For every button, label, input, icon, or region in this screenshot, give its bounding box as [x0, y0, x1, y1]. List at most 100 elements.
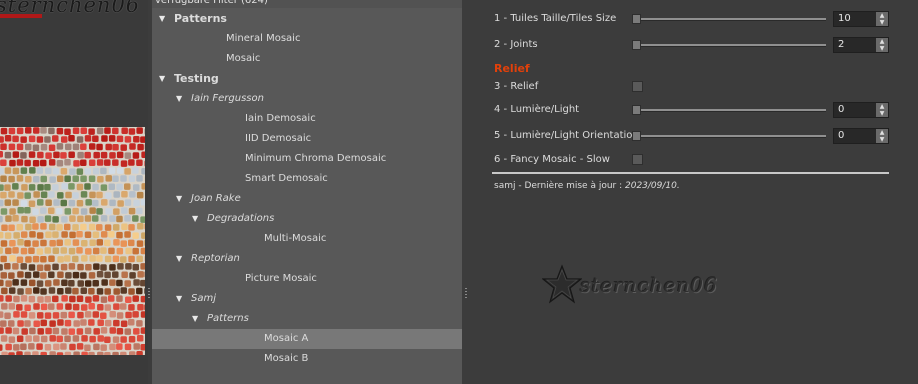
- slider-thumb[interactable]: [632, 40, 641, 50]
- mosaic-tile: [32, 240, 39, 247]
- spin-down-icon[interactable]: ▼: [876, 110, 888, 117]
- mosaic-tile: [136, 191, 144, 199]
- spin-down-icon[interactable]: ▼: [876, 136, 888, 143]
- expand-arrow-icon[interactable]: ▼: [176, 189, 182, 209]
- light-orientation-slider[interactable]: [632, 131, 826, 141]
- spin-down-icon[interactable]: ▼: [876, 19, 888, 26]
- mosaic-tile: [96, 255, 103, 262]
- tree-item[interactable]: ▼ Patterns: [152, 309, 462, 329]
- mosaic-tile: [20, 247, 28, 255]
- tree-item[interactable]: Mosaic: [152, 49, 462, 69]
- mosaic-tile: [24, 192, 31, 199]
- mosaic-tile: [105, 192, 112, 199]
- slider-thumb[interactable]: [632, 14, 641, 24]
- spin-down-icon[interactable]: ▼: [876, 45, 888, 52]
- mosaic-tile: [0, 199, 4, 207]
- tree-item[interactable]: Mosaic B: [152, 349, 462, 369]
- mosaic-tile: [104, 319, 112, 327]
- mosaic-tile: [64, 128, 71, 135]
- mosaic-tile: [16, 351, 23, 355]
- relief-checkbox[interactable]: [632, 81, 643, 92]
- tree-item[interactable]: Mosaic A: [152, 329, 462, 349]
- mosaic-tile: [100, 264, 107, 271]
- slider-thumb[interactable]: [632, 105, 641, 115]
- expand-arrow-icon[interactable]: ▼: [159, 9, 165, 29]
- mosaic-tile: [64, 159, 71, 166]
- mosaic-tile: [17, 271, 24, 278]
- mosaic-tile: [0, 215, 3, 223]
- mosaic-tile: [77, 280, 84, 287]
- preview-pane[interactable]: sternchen06: [0, 0, 148, 384]
- tree-item[interactable]: ▼ Reptorian: [152, 249, 462, 269]
- expand-arrow-icon[interactable]: ▼: [176, 249, 182, 269]
- mosaic-tile: [85, 199, 92, 206]
- tree-item[interactable]: Smart Demosaic: [152, 169, 462, 189]
- fancy-mosaic-checkbox[interactable]: [632, 154, 643, 165]
- tree-item[interactable]: Mineral Mosaic: [152, 29, 462, 49]
- mosaic-tile: [4, 232, 12, 239]
- splitter-handle-right[interactable]: [465, 288, 467, 300]
- expand-arrow-icon[interactable]: ▼: [176, 289, 182, 309]
- expand-arrow-icon[interactable]: ▼: [192, 209, 198, 229]
- filter-tree[interactable]: verfügbare Filter (624) ▼ Patterns Mineral…: [152, 0, 462, 384]
- spinbox-value[interactable]: 0: [838, 130, 844, 141]
- mosaic-tile: [68, 183, 75, 190]
- tiles-size-spinbox[interactable]: 10 ▲ ▼: [833, 11, 889, 27]
- splitter-handle-left[interactable]: [148, 288, 150, 300]
- tree-item[interactable]: ▼ Testing: [152, 69, 462, 89]
- mosaic-tile: [13, 295, 20, 303]
- mosaic-tile: [144, 239, 145, 246]
- mosaic-tile: [61, 279, 68, 286]
- expand-arrow-icon[interactable]: ▼: [159, 69, 165, 89]
- mosaic-tile: [80, 127, 88, 135]
- joints-spinbox[interactable]: 2 ▲ ▼: [833, 37, 889, 53]
- mosaic-tile: [128, 255, 135, 263]
- mosaic-tile: [77, 263, 84, 271]
- light-slider[interactable]: [632, 105, 826, 115]
- tree-item[interactable]: ▼ Samj: [152, 289, 462, 309]
- mosaic-tile: [16, 127, 24, 135]
- tree-item[interactable]: Picture Mosaic: [152, 269, 462, 289]
- mosaic-tile: [109, 279, 116, 286]
- mosaic-tile: [84, 280, 92, 287]
- param-label: 1 - Tuiles Taille/Tiles Size: [494, 13, 617, 24]
- expand-arrow-icon[interactable]: ▼: [176, 89, 182, 109]
- mosaic-tile: [25, 223, 32, 231]
- mosaic-tile: [72, 175, 79, 182]
- mosaic-tile: [8, 272, 15, 279]
- separator: [492, 172, 889, 174]
- mosaic-tile: [96, 191, 103, 199]
- mosaic-tile: [116, 295, 123, 302]
- tree-item[interactable]: Multi-Mosaic: [152, 229, 462, 249]
- tree-item[interactable]: Minimum Chroma Demosaic: [152, 149, 462, 169]
- mosaic-tile: [48, 255, 55, 262]
- mosaic-tile: [0, 127, 8, 135]
- mosaic-tile: [49, 335, 56, 342]
- joints-slider[interactable]: [632, 40, 826, 50]
- light-orientation-spinbox[interactable]: 0 ▲ ▼: [833, 128, 889, 144]
- mosaic-tile: [57, 256, 64, 263]
- tree-item[interactable]: ▼ Degradations: [152, 209, 462, 229]
- mosaic-tile: [89, 191, 96, 199]
- spinbox-value[interactable]: 2: [838, 39, 844, 50]
- mosaic-tile: [0, 136, 4, 143]
- spinbox-value[interactable]: 0: [838, 104, 844, 115]
- mosaic-tile: [120, 351, 127, 355]
- tree-item[interactable]: ▼ Patterns: [152, 9, 462, 29]
- tree-item[interactable]: ▼ Joan Rake: [152, 189, 462, 209]
- mosaic-tile: [140, 263, 145, 270]
- expand-arrow-icon[interactable]: ▼: [192, 309, 198, 329]
- light-spinbox[interactable]: 0 ▲ ▼: [833, 102, 889, 118]
- tree-item[interactable]: IID Demosaic: [152, 129, 462, 149]
- tree-item[interactable]: Iain Demosaic: [152, 109, 462, 129]
- mosaic-tile: [88, 351, 95, 355]
- tree-item[interactable]: ▼ Iain Fergusson: [152, 89, 462, 109]
- mosaic-tile: [65, 191, 72, 199]
- mosaic-tile: [52, 135, 59, 142]
- spinbox-value[interactable]: 10: [838, 13, 851, 24]
- slider-thumb[interactable]: [632, 131, 641, 141]
- mosaic-tile: [49, 176, 56, 183]
- tiles-size-slider[interactable]: [632, 14, 826, 24]
- mosaic-tile: [12, 263, 19, 270]
- mosaic-tile: [12, 135, 19, 143]
